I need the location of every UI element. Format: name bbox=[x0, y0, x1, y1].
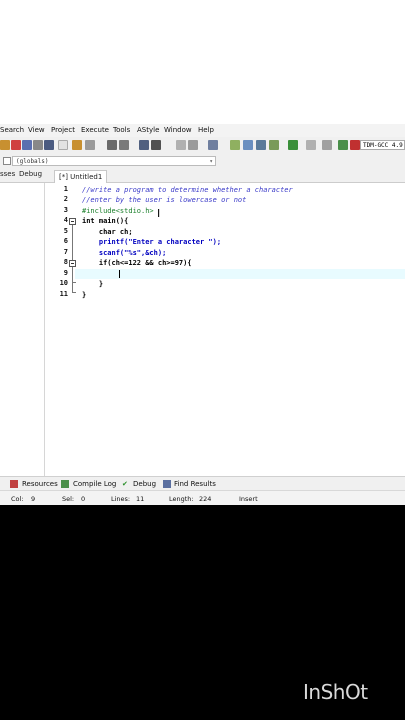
code-line: int main(){ bbox=[82, 217, 129, 225]
bottom-panel-tabs: Resources Compile Log ✔ Debug Find Resul… bbox=[0, 476, 405, 491]
compiler-select[interactable]: TDM-GCC 4.9 bbox=[360, 140, 405, 150]
status-sel-value: 0 bbox=[81, 495, 86, 503]
debug-check-icon: ✔ bbox=[122, 480, 128, 488]
menu-window[interactable]: Window bbox=[164, 126, 192, 134]
find-icon[interactable] bbox=[107, 140, 117, 150]
class-browser-icon bbox=[3, 157, 11, 165]
code-line: char ch; bbox=[82, 228, 133, 236]
stop-icon[interactable] bbox=[306, 140, 316, 150]
code-line: //write a program to determine whether a… bbox=[82, 186, 293, 194]
status-col-value: 9 bbox=[31, 495, 36, 503]
line-number: 2 bbox=[63, 195, 68, 203]
tab-compile-log[interactable]: Compile Log bbox=[73, 480, 116, 488]
close-file-icon[interactable] bbox=[33, 140, 43, 150]
tab-debug[interactable]: Debug bbox=[19, 170, 42, 178]
open-file-icon[interactable] bbox=[0, 140, 10, 150]
current-line-highlight bbox=[45, 269, 405, 279]
code-line: } bbox=[82, 291, 87, 299]
line-number: 11 bbox=[59, 290, 68, 298]
save-all-icon[interactable] bbox=[22, 140, 32, 150]
tab-debug-output[interactable]: Debug bbox=[133, 480, 156, 488]
status-insert-mode: Insert bbox=[239, 495, 258, 503]
separator-icon bbox=[58, 140, 68, 150]
class-browser-panel bbox=[0, 183, 45, 476]
undo-icon[interactable] bbox=[72, 140, 82, 150]
code-line: scanf("%s",&ch); bbox=[82, 249, 167, 257]
rebuild-icon[interactable] bbox=[269, 140, 279, 150]
scope-dropdown[interactable]: (globals) ▾ bbox=[12, 156, 216, 166]
text-caret bbox=[119, 270, 120, 278]
menu-search[interactable]: Search bbox=[0, 126, 24, 134]
replace-icon[interactable] bbox=[119, 140, 129, 150]
status-lines-value: 11 bbox=[136, 495, 145, 503]
project-new-icon[interactable] bbox=[139, 140, 149, 150]
scope-value: (globals) bbox=[16, 158, 49, 165]
forward-icon[interactable] bbox=[188, 140, 198, 150]
menu-bar: Search View Project Execute Tools AStyle… bbox=[0, 124, 405, 137]
tab-resources[interactable]: Resources bbox=[22, 480, 58, 488]
status-sel-label: Sel: bbox=[62, 495, 75, 503]
fold-end bbox=[72, 282, 76, 283]
line-number: 3 bbox=[63, 206, 68, 214]
inshot-watermark: InShOt bbox=[303, 680, 368, 704]
line-number: 4 bbox=[63, 216, 68, 224]
run-icon[interactable] bbox=[243, 140, 253, 150]
code-line: } bbox=[82, 280, 104, 288]
check-icon[interactable] bbox=[288, 140, 298, 150]
code-line: //enter by the user is lowercase or not bbox=[82, 196, 247, 204]
menu-project[interactable]: Project bbox=[51, 126, 75, 134]
menu-tools[interactable]: Tools bbox=[113, 126, 130, 134]
redo-icon[interactable] bbox=[85, 140, 95, 150]
fold-toggle-icon[interactable] bbox=[69, 260, 76, 267]
resources-icon bbox=[10, 480, 18, 488]
line-number: 9 bbox=[63, 269, 68, 277]
code-line: if(ch<=122 && ch>=97){ bbox=[82, 259, 192, 267]
debug-icon[interactable] bbox=[322, 140, 332, 150]
compile-log-icon bbox=[61, 480, 69, 488]
status-length-value: 224 bbox=[199, 495, 212, 503]
line-number: 8 bbox=[63, 258, 68, 266]
print-icon[interactable] bbox=[44, 140, 54, 150]
status-lines-label: Lines: bbox=[111, 495, 131, 503]
menu-view[interactable]: View bbox=[28, 126, 45, 134]
compile-icon[interactable] bbox=[230, 140, 240, 150]
line-number: 7 bbox=[63, 248, 68, 256]
save-icon[interactable] bbox=[11, 140, 21, 150]
project-open-icon[interactable] bbox=[151, 140, 161, 150]
code-editor[interactable]: 1 2 3 4 5 6 7 8 9 10 11 //write a progra… bbox=[45, 183, 405, 476]
top-blank-area bbox=[0, 0, 405, 124]
chart-icon[interactable] bbox=[338, 140, 348, 150]
bookmark-icon[interactable] bbox=[208, 140, 218, 150]
tab-untitled1[interactable]: [*] Untitled1 bbox=[54, 170, 108, 183]
fold-toggle-icon[interactable] bbox=[69, 218, 76, 225]
menu-help[interactable]: Help bbox=[198, 126, 214, 134]
code-line: printf("Enter a character "); bbox=[82, 238, 222, 246]
line-number: 1 bbox=[63, 185, 68, 193]
line-number-gutter: 1 2 3 4 5 6 7 8 9 10 11 bbox=[45, 183, 75, 476]
line-number: 5 bbox=[63, 227, 68, 235]
find-results-icon bbox=[163, 480, 171, 488]
code-line: #include<stdio.h> bbox=[82, 207, 154, 215]
compile-run-icon[interactable] bbox=[256, 140, 266, 150]
tab-classes[interactable]: sses bbox=[0, 170, 15, 178]
back-icon[interactable] bbox=[176, 140, 186, 150]
line-number: 6 bbox=[63, 237, 68, 245]
line-number: 10 bbox=[59, 279, 68, 287]
toolbar bbox=[0, 137, 405, 155]
chevron-down-icon: ▾ bbox=[209, 158, 213, 165]
fold-end bbox=[72, 292, 76, 293]
profile-icon[interactable] bbox=[350, 140, 360, 150]
status-col-label: Col: bbox=[11, 495, 24, 503]
status-length-label: Length: bbox=[169, 495, 194, 503]
tab-find-results[interactable]: Find Results bbox=[174, 480, 216, 488]
menu-execute[interactable]: Execute bbox=[81, 126, 109, 134]
mouse-ibeam-cursor-icon: I bbox=[157, 207, 161, 220]
menu-astyle[interactable]: AStyle bbox=[137, 126, 159, 134]
status-bar: Col: 9 Sel: 0 Lines: 11 Length: 224 Inse… bbox=[0, 490, 405, 506]
